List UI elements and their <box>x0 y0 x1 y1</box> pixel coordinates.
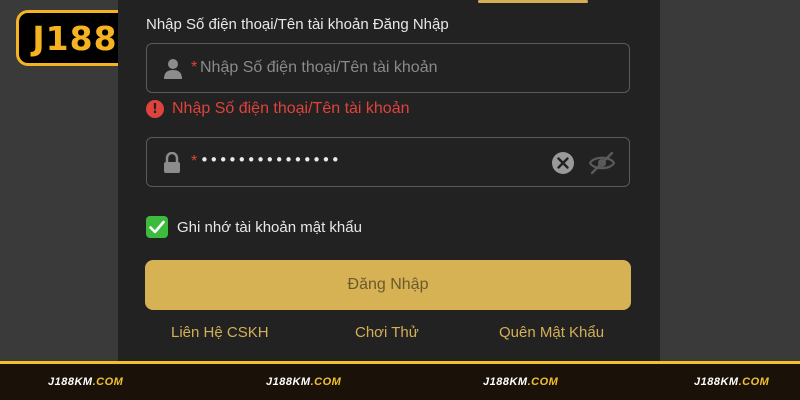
username-placeholder: Nhập Số điện thoại/Tên tài khoản <box>200 59 438 76</box>
footer-domain-tld: .COM <box>527 376 559 388</box>
lock-icon <box>163 151 181 179</box>
clear-icon[interactable] <box>551 151 575 180</box>
user-icon <box>163 58 183 85</box>
footer-domain-name: J188KM <box>48 376 93 388</box>
footer-domain-name: J188KM <box>483 376 528 388</box>
footer-bar: J188KM.COM J188KM.COM J188KM.COM J188KM.… <box>0 364 800 400</box>
password-field[interactable]: * ••••••••••••••• <box>146 137 630 187</box>
required-mark: * <box>191 59 198 76</box>
brand-logo: J188 <box>16 10 134 66</box>
footer-domain-name: J188KM <box>694 376 739 388</box>
error-text: Nhập Số điện thoại/Tên tài khoản <box>172 100 410 117</box>
password-value: ••••••••••••••• <box>200 151 341 169</box>
remember-label: Ghi nhớ tài khoản mật khẩu <box>177 218 362 236</box>
active-tab-indicator <box>478 0 588 3</box>
eye-slash-icon[interactable] <box>588 151 616 180</box>
required-mark: * <box>191 153 198 170</box>
footer-domain: J188KM.COM <box>48 376 123 388</box>
try-link[interactable]: Chơi Thử <box>355 324 419 341</box>
username-error: ! Nhập Số điện thoại/Tên tài khoản <box>146 100 410 118</box>
footer-domain: J188KM.COM <box>694 376 769 388</box>
logo-text: J188 <box>32 18 118 58</box>
username-field[interactable]: * Nhập Số điện thoại/Tên tài khoản <box>146 43 630 93</box>
support-link[interactable]: Liên Hệ CSKH <box>171 324 269 341</box>
footer-domain: J188KM.COM <box>483 376 558 388</box>
remember-checkbox[interactable] <box>146 216 168 238</box>
footer-domain-name: J188KM <box>266 376 311 388</box>
login-button[interactable]: Đăng Nhập <box>145 260 631 310</box>
footer-domain: J188KM.COM <box>266 376 341 388</box>
forgot-password-link[interactable]: Quên Mật Khẩu <box>499 324 604 341</box>
remember-me[interactable]: Ghi nhớ tài khoản mật khẩu <box>146 216 362 238</box>
login-title: Nhập Số điện thoại/Tên tài khoản Đăng Nh… <box>146 16 449 33</box>
footer-domain-tld: .COM <box>92 376 124 388</box>
alert-icon: ! <box>146 100 164 118</box>
footer-domain-tld: .COM <box>310 376 342 388</box>
footer-domain-tld: .COM <box>738 376 770 388</box>
